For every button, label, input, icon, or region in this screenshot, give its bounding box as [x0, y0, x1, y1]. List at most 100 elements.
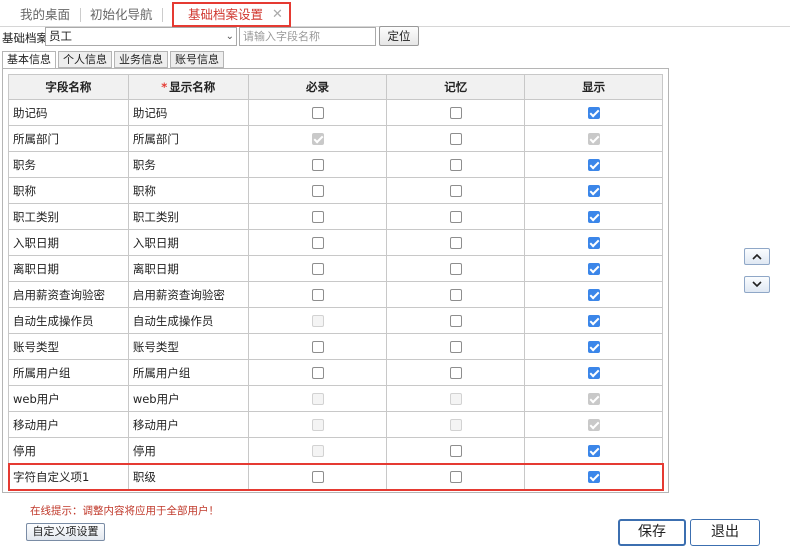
table-row: 离职日期 离职日期: [8, 255, 663, 282]
memory-checkbox[interactable]: [449, 211, 462, 223]
memory-checkbox: [449, 419, 462, 431]
subtab-basic-info[interactable]: 基本信息: [2, 51, 56, 69]
required-checkbox[interactable]: [311, 471, 324, 483]
table-row: 移动用户 移动用户: [8, 411, 663, 438]
required-cell: [247, 281, 388, 308]
display-name-cell: 职务: [127, 151, 249, 178]
field-name-cell: 职工类别: [8, 203, 129, 230]
display-checkbox[interactable]: [587, 185, 600, 197]
close-icon[interactable]: ✕: [272, 4, 283, 26]
archive-label: 基础档案: [2, 31, 48, 45]
tab-label: 基础档案设置: [188, 7, 264, 22]
table-row: 职工类别 职工类别: [8, 203, 663, 230]
display-checkbox[interactable]: [587, 471, 600, 483]
table-row: 助记码 助记码: [8, 99, 663, 126]
field-name-cell: 移动用户: [8, 411, 129, 438]
required-checkbox[interactable]: [311, 237, 324, 249]
required-checkbox[interactable]: [311, 367, 324, 379]
display-checkbox[interactable]: [587, 315, 600, 327]
required-checkbox[interactable]: [311, 159, 324, 171]
custom-item-settings-button[interactable]: 自定义项设置: [26, 523, 105, 541]
memory-checkbox[interactable]: [449, 133, 462, 145]
memory-cell: [386, 281, 526, 308]
required-checkbox[interactable]: [311, 185, 324, 197]
memory-checkbox[interactable]: [449, 263, 462, 275]
display-cell: [524, 99, 663, 126]
required-cell: [247, 437, 388, 464]
header-required: 必录: [247, 74, 388, 100]
required-checkbox[interactable]: [311, 289, 324, 301]
field-name-cell: 入职日期: [8, 229, 129, 256]
subtab-account-info[interactable]: 账号信息: [170, 51, 224, 68]
field-name-cell: 离职日期: [8, 255, 129, 282]
memory-checkbox[interactable]: [449, 367, 462, 379]
display-checkbox[interactable]: [587, 107, 600, 119]
display-cell: [524, 281, 663, 308]
required-cell: [247, 151, 388, 178]
display-name-cell: web用户: [127, 385, 249, 412]
table-row: 所属用户组 所属用户组: [8, 359, 663, 386]
table-row: 职务 职务: [8, 151, 663, 178]
display-name-cell: 职级: [127, 463, 249, 490]
display-checkbox: [587, 419, 600, 431]
display-checkbox[interactable]: [587, 237, 600, 249]
locate-button[interactable]: 定位: [379, 26, 419, 46]
subtab-business-info[interactable]: 业务信息: [114, 51, 168, 68]
memory-checkbox[interactable]: [449, 341, 462, 353]
display-checkbox[interactable]: [587, 263, 600, 275]
exit-button[interactable]: 退出: [690, 519, 760, 546]
chevron-up-icon: [752, 253, 762, 260]
required-checkbox[interactable]: [311, 341, 324, 353]
required-checkbox[interactable]: [311, 107, 324, 119]
subtab-personal-info[interactable]: 个人信息: [58, 51, 112, 68]
field-name-cell: 账号类型: [8, 333, 129, 360]
display-checkbox[interactable]: [587, 445, 600, 457]
field-name-cell: 停用: [8, 437, 129, 464]
field-name-cell: web用户: [8, 385, 129, 412]
required-cell: [247, 203, 388, 230]
memory-checkbox: [449, 393, 462, 405]
required-checkbox[interactable]: [311, 263, 324, 275]
table-header-row: 字段名称 * 显示名称 必录 记忆 显示: [8, 74, 663, 100]
display-checkbox[interactable]: [587, 211, 600, 223]
field-name-cell: 所属用户组: [8, 359, 129, 386]
memory-checkbox[interactable]: [449, 237, 462, 249]
memory-checkbox[interactable]: [449, 471, 462, 483]
memory-checkbox[interactable]: [449, 315, 462, 327]
memory-cell: [386, 177, 526, 204]
field-search-input[interactable]: [239, 27, 376, 46]
memory-checkbox[interactable]: [449, 159, 462, 171]
display-checkbox[interactable]: [587, 367, 600, 379]
save-button[interactable]: 保存: [618, 519, 686, 546]
memory-cell: [386, 411, 526, 438]
tab-basic-archive-settings[interactable]: 基础档案设置 ✕: [172, 2, 291, 27]
display-checkbox[interactable]: [587, 341, 600, 353]
required-checkbox: [311, 393, 324, 405]
move-down-button[interactable]: [744, 276, 770, 293]
field-name-cell: 字符自定义项1: [8, 463, 129, 490]
required-marker: *: [161, 80, 168, 94]
display-cell: [524, 255, 663, 282]
tab-init-nav[interactable]: 初始化导航: [90, 6, 153, 24]
table-row: 入职日期 入职日期: [8, 229, 663, 256]
top-tab-bar: 我的桌面 初始化导航 基础档案设置 ✕: [0, 0, 790, 27]
online-hint: 在线提示：调整内容将应用于全部用户！: [30, 505, 219, 517]
display-name-cell: 职工类别: [127, 203, 249, 230]
chevron-down-icon: ⌄: [225, 31, 234, 42]
memory-cell: [386, 463, 526, 490]
memory-checkbox[interactable]: [449, 445, 462, 457]
display-cell: [524, 203, 663, 230]
move-up-button[interactable]: [744, 248, 770, 265]
tab-my-desktop[interactable]: 我的桌面: [20, 6, 70, 24]
memory-cell: [386, 333, 526, 360]
memory-checkbox[interactable]: [449, 107, 462, 119]
required-checkbox[interactable]: [311, 211, 324, 223]
memory-cell: [386, 307, 526, 334]
archive-select[interactable]: 员工 ⌄: [45, 27, 237, 46]
memory-checkbox[interactable]: [449, 185, 462, 197]
display-checkbox[interactable]: [587, 159, 600, 171]
display-checkbox[interactable]: [587, 289, 600, 301]
memory-checkbox[interactable]: [449, 289, 462, 301]
display-cell: [524, 151, 663, 178]
display-name-cell: 助记码: [127, 99, 249, 126]
